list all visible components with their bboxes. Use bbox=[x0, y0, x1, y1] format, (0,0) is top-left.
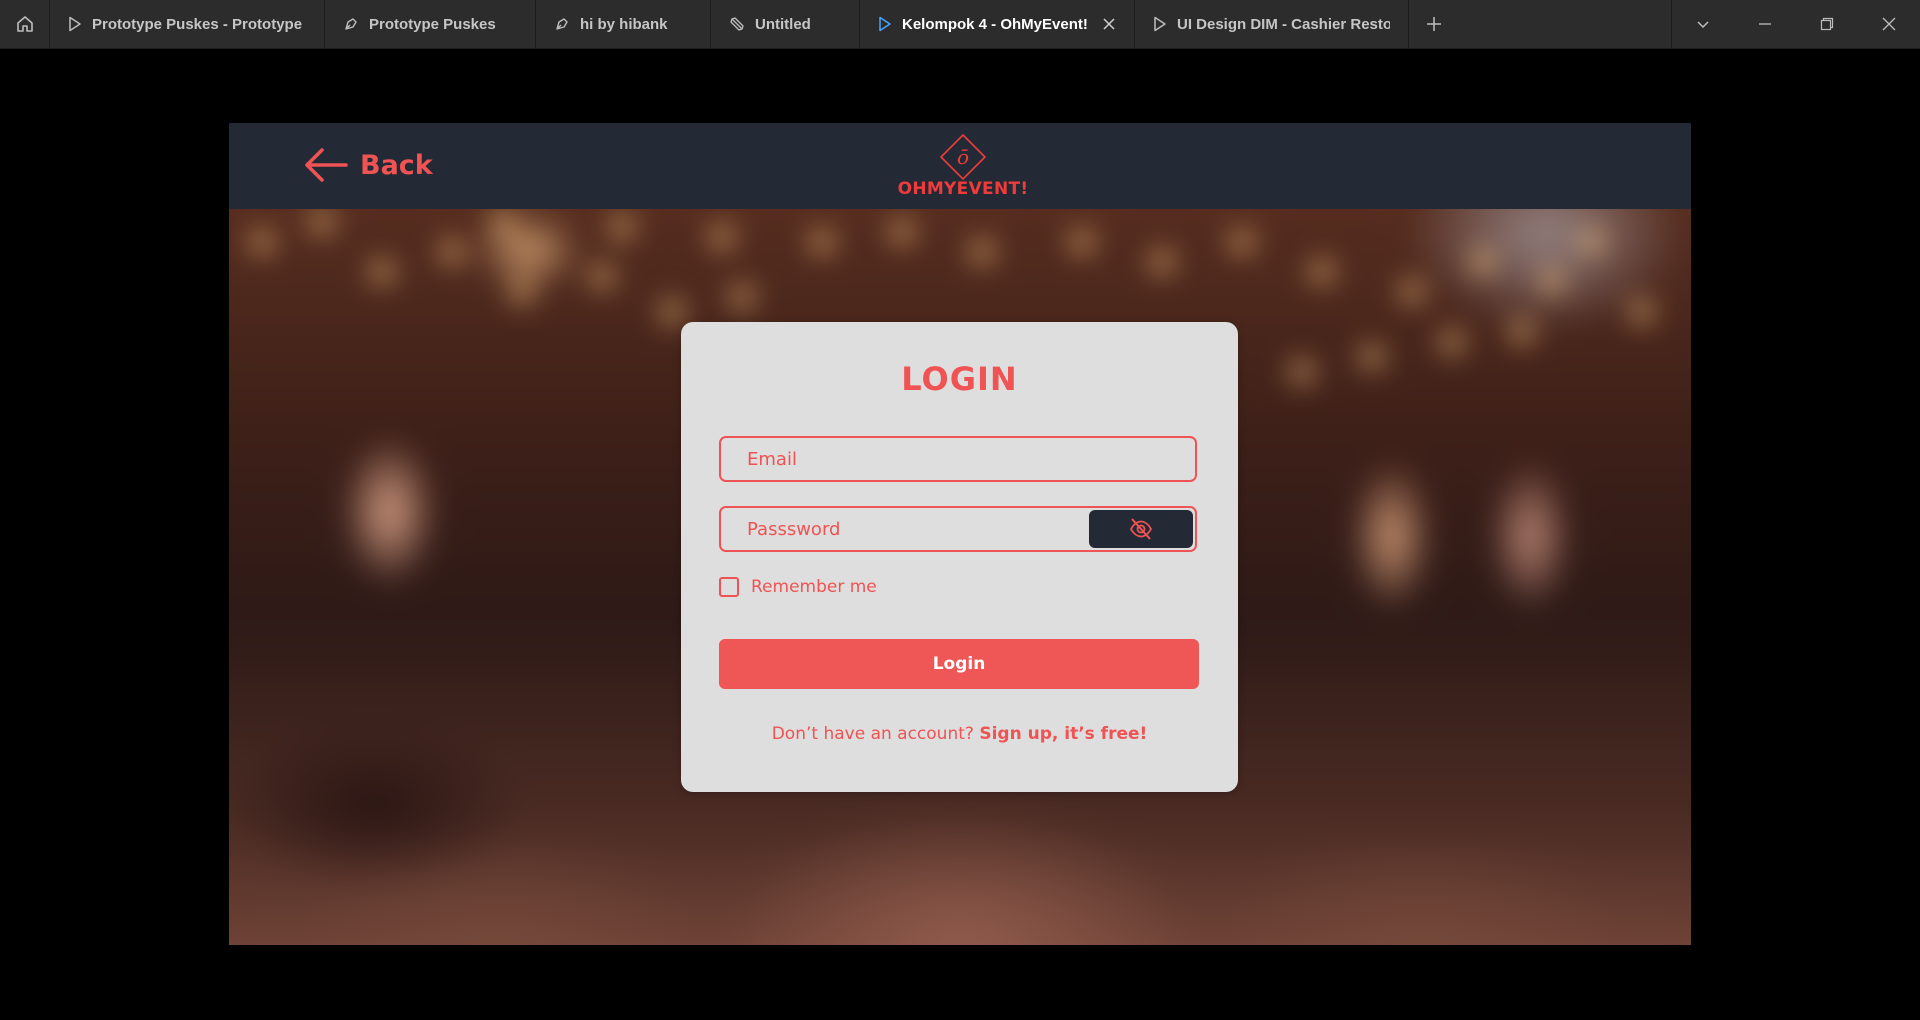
logo-mark-text: ō bbox=[957, 145, 969, 169]
home-icon bbox=[16, 16, 33, 32]
remember-me-label: Remember me bbox=[751, 577, 877, 597]
remember-me: Remember me bbox=[719, 577, 877, 597]
prototype-frame: Back ō OHMYEVENT! LOGIN Email Remember m… bbox=[229, 123, 1691, 945]
tab-label: Untitled bbox=[755, 15, 811, 33]
login-title: LOGIN bbox=[901, 360, 1018, 398]
pencil-icon bbox=[729, 16, 745, 32]
home-button[interactable] bbox=[0, 0, 50, 48]
play-icon bbox=[68, 16, 82, 32]
close-window-button[interactable] bbox=[1858, 0, 1920, 48]
password-field-wrapper bbox=[719, 506, 1197, 552]
login-card: LOGIN Remember me Login Don’t have an ac… bbox=[681, 322, 1238, 792]
minimize-icon bbox=[1759, 23, 1771, 25]
tab-prototype-puskes-drive[interactable]: Prototype Puskes - Prototype dri bbox=[50, 0, 325, 48]
tab-label: UI Design DIM - Cashier Restorar bbox=[1177, 15, 1390, 33]
eye-off-icon bbox=[1129, 518, 1153, 540]
tab-list-button[interactable] bbox=[1671, 0, 1734, 48]
back-button[interactable]: Back bbox=[304, 147, 433, 183]
logo-diamond-icon: ō bbox=[939, 133, 987, 181]
logo-text: OHMYEVENT! bbox=[897, 179, 1029, 199]
tab-hi-by-hibank[interactable]: hi by hibank bbox=[536, 0, 711, 48]
password-input[interactable] bbox=[721, 508, 1127, 550]
window-controls bbox=[1671, 0, 1920, 48]
app-header: Back ō OHMYEVENT! bbox=[229, 123, 1691, 209]
tab-ui-design-dim[interactable]: UI Design DIM - Cashier Restorar bbox=[1135, 0, 1409, 48]
restore-icon bbox=[1820, 17, 1834, 31]
tab-label: Prototype Puskes - Prototype dri bbox=[92, 15, 306, 33]
play-icon bbox=[878, 16, 892, 32]
close-tab-icon[interactable] bbox=[1102, 17, 1116, 31]
minimize-button[interactable] bbox=[1734, 0, 1796, 48]
pen-tool-icon bbox=[554, 16, 570, 32]
toggle-password-visibility-button[interactable] bbox=[1089, 510, 1193, 548]
tab-label: hi by hibank bbox=[580, 15, 668, 33]
tab-untitled[interactable]: Untitled bbox=[711, 0, 860, 48]
logo: ō OHMYEVENT! bbox=[893, 133, 1033, 199]
signup-prompt: Don’t have an account? Sign up, it’s fre… bbox=[681, 724, 1238, 744]
chevron-down-icon bbox=[1697, 21, 1709, 29]
email-input[interactable] bbox=[721, 438, 1127, 480]
login-button[interactable]: Login bbox=[719, 639, 1199, 689]
plus-icon bbox=[1427, 17, 1441, 31]
back-label: Back bbox=[360, 149, 433, 181]
remember-me-checkbox[interactable] bbox=[719, 577, 739, 597]
new-tab-button[interactable] bbox=[1409, 0, 1459, 48]
arrow-left-icon bbox=[305, 148, 348, 182]
restore-button[interactable] bbox=[1796, 0, 1858, 48]
tab-label: Kelompok 4 - OhMyEvent! P bbox=[902, 15, 1092, 33]
pen-tool-icon bbox=[343, 16, 359, 32]
tab-prototype-puskes[interactable]: Prototype Puskes bbox=[325, 0, 536, 48]
email-field-wrapper bbox=[719, 436, 1197, 482]
tab-kelompok-4-ohmyevent[interactable]: Kelompok 4 - OhMyEvent! P bbox=[860, 0, 1135, 48]
signup-prompt-text: Don’t have an account? bbox=[771, 724, 974, 744]
tab-bar: Prototype Puskes - Prototype dri Prototy… bbox=[0, 0, 1920, 49]
close-icon bbox=[1882, 17, 1896, 31]
tab-label: Prototype Puskes bbox=[369, 15, 496, 33]
play-icon bbox=[1153, 16, 1167, 32]
signup-link[interactable]: Sign up, it’s free! bbox=[979, 724, 1147, 744]
